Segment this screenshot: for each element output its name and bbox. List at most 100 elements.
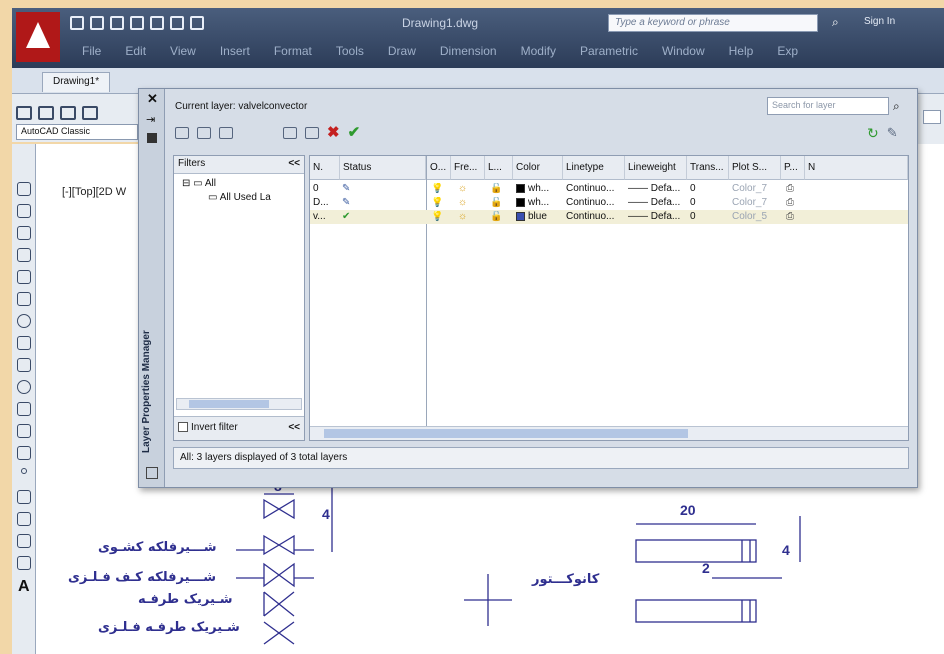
col-new-vp-freeze[interactable]: N (805, 156, 908, 180)
menu-tools[interactable]: Tools (336, 44, 364, 58)
close-icon[interactable]: ✕ (147, 91, 158, 107)
plot-printer-icon[interactable]: ⎙ (786, 211, 794, 222)
layer-states-manager-icon[interactable] (219, 127, 233, 139)
menu-exp[interactable]: Exp (777, 44, 798, 58)
collapse-tree-button[interactable]: << (288, 158, 300, 169)
layer-transparency[interactable]: 0 (690, 197, 696, 208)
menu-draw[interactable]: Draw (388, 44, 416, 58)
menu-file[interactable]: File (82, 44, 101, 58)
layer-linetype[interactable]: Continuo... (566, 197, 614, 208)
open-icon[interactable] (90, 16, 104, 30)
col-lineweight[interactable]: Lineweight (625, 156, 687, 180)
redo-icon[interactable] (190, 16, 204, 30)
new-icon[interactable] (70, 16, 84, 30)
collapse-filter-button[interactable]: << (288, 422, 300, 433)
layer-on-icon[interactable]: 💡 (431, 197, 443, 208)
palette-menu-icon[interactable] (146, 467, 158, 479)
auto-hide-icon[interactable]: ⇥ (146, 113, 155, 126)
refresh-icon[interactable]: ↻ (867, 126, 879, 140)
layer-on-icon[interactable]: 💡 (431, 183, 443, 194)
settings-icon[interactable]: ✎ (887, 126, 898, 139)
menu-edit[interactable]: Edit (125, 44, 146, 58)
menu-window[interactable]: Window (662, 44, 705, 58)
layer-transparency[interactable]: 0 (690, 211, 696, 222)
new-layer-vp-frozen-icon[interactable] (305, 127, 319, 139)
layer-lock-icon[interactable]: 🔓 (490, 211, 502, 222)
layer-row[interactable]: D... ✎ 💡 ☼ 🔓 wh... Continuo... —— Defa... 0 Color… (310, 196, 908, 210)
col-on[interactable]: O... (427, 156, 451, 180)
tree-node-all-used[interactable]: ▭ All Used La (208, 192, 271, 203)
layer-color[interactable]: blue (516, 211, 547, 222)
list-scrollbar[interactable] (310, 426, 908, 440)
col-color[interactable]: Color (513, 156, 563, 180)
binoculars-icon[interactable]: ⌕ (832, 15, 839, 30)
tree-node-all[interactable]: ⊟ ▭ All (182, 178, 216, 189)
properties-icon[interactable] (147, 133, 157, 143)
layer-status[interactable]: ✎ (342, 183, 350, 194)
layer-color[interactable]: wh... (516, 183, 549, 194)
color-swatch[interactable] (516, 197, 525, 207)
layer-on-icon[interactable]: 💡 (431, 211, 443, 222)
layer-lock-icon[interactable]: 🔓 (490, 183, 502, 194)
plot-printer-icon[interactable]: ⎙ (786, 183, 794, 194)
help-search-input[interactable]: Type a keyword or phrase (608, 14, 818, 32)
layer-status[interactable]: ✔ (342, 211, 350, 222)
workspace-select[interactable]: AutoCAD Classic (16, 124, 138, 140)
save-icon[interactable] (110, 16, 124, 30)
layer-name: D... (313, 197, 329, 208)
new-icon[interactable] (16, 106, 32, 120)
layer-freeze-icon[interactable]: ☼ (458, 211, 467, 222)
tree-scrollbar[interactable] (176, 398, 302, 410)
new-layer-icon[interactable] (283, 127, 297, 139)
layer-freeze-icon[interactable]: ☼ (458, 183, 467, 194)
save-as-icon[interactable] (130, 16, 144, 30)
menu-format[interactable]: Format (274, 44, 312, 58)
col-name[interactable]: N. (310, 156, 340, 180)
save-icon[interactable] (60, 106, 76, 120)
col-status[interactable]: Status (340, 156, 426, 180)
layer-lineweight[interactable]: —— Defa... (628, 183, 680, 194)
color-swatch[interactable] (516, 183, 525, 193)
col-plot-style[interactable]: Plot S... (729, 156, 781, 180)
plot-icon[interactable] (150, 16, 164, 30)
col-linetype[interactable]: Linetype (563, 156, 625, 180)
plot-printer-icon[interactable]: ⎙ (786, 197, 794, 208)
color-control[interactable] (923, 110, 941, 124)
col-lock[interactable]: L... (485, 156, 513, 180)
search-icon[interactable]: ⌕ (893, 99, 900, 114)
layer-linetype[interactable]: Continuo... (566, 211, 614, 222)
menu-insert[interactable]: Insert (220, 44, 250, 58)
col-freeze[interactable]: Fre... (451, 156, 485, 180)
invert-filter-checkbox[interactable] (178, 422, 188, 433)
open-icon[interactable] (38, 106, 54, 120)
new-property-filter-icon[interactable] (175, 127, 189, 139)
autocad-logo-icon[interactable] (16, 12, 60, 62)
layer-color[interactable]: wh... (516, 197, 549, 208)
col-plot[interactable]: P... (781, 156, 805, 180)
set-current-icon[interactable]: ✔ (348, 125, 361, 140)
layer-lineweight[interactable]: —— Defa... (628, 211, 680, 222)
layer-search-input[interactable]: Search for layer (767, 97, 889, 115)
menu-help[interactable]: Help (729, 44, 754, 58)
layer-row[interactable]: v... ✔ 💡 ☼ 🔓 blue Continuo... —— Defa... 0 Color_… (310, 210, 908, 224)
delete-layer-icon[interactable]: ✖ (327, 125, 340, 140)
plot-icon[interactable] (82, 106, 98, 120)
tab-drawing1[interactable]: Drawing1* (42, 72, 111, 92)
col-transparency[interactable]: Trans... (687, 156, 729, 180)
layer-lock-icon[interactable]: 🔓 (490, 197, 502, 208)
menu-view[interactable]: View (170, 44, 196, 58)
menu-dimension[interactable]: Dimension (440, 44, 497, 58)
color-swatch[interactable] (516, 211, 525, 221)
layer-transparency[interactable]: 0 (690, 183, 696, 194)
new-group-filter-icon[interactable] (197, 127, 211, 139)
menu-parametric[interactable]: Parametric (580, 44, 638, 58)
layer-freeze-icon[interactable]: ☼ (458, 197, 467, 208)
layer-row[interactable]: 0 ✎ 💡 ☼ 🔓 wh... Continuo... —— Defa... 0 Color_7 ⎙ (310, 182, 908, 196)
layer-status[interactable]: ✎ (342, 197, 350, 208)
sign-in-link[interactable]: Sign In (864, 16, 895, 27)
layer-lineweight[interactable]: —— Defa... (628, 197, 680, 208)
palette-title-strip[interactable]: ✕ ⇥ Layer Properties Manager (139, 89, 165, 487)
layer-linetype[interactable]: Continuo... (566, 183, 614, 194)
undo-icon[interactable] (170, 16, 184, 30)
menu-modify[interactable]: Modify (521, 44, 556, 58)
